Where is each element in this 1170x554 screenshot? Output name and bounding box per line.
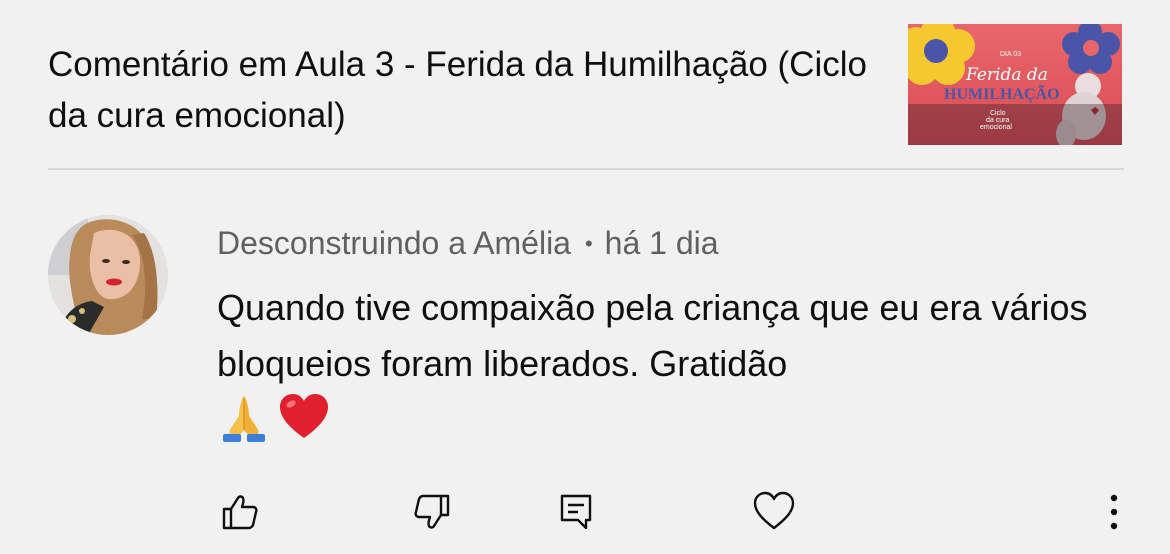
avatar-image [48,215,168,335]
author-avatar[interactable] [48,215,168,335]
more-vertical-icon [1110,494,1118,530]
red-heart-icon [277,390,331,444]
comment-meta: Desconstruindo a Amélia • há 1 dia [217,221,719,265]
comment-timestamp: há 1 dia [604,225,719,261]
comment-emojis [217,390,331,444]
dislike-button[interactable] [408,488,456,536]
comment-actions [0,480,1170,550]
thumb-subtitle-line3: emocional [980,124,1012,131]
heart-button[interactable] [750,488,798,536]
thumb-subtitle-line1: Ciclo [990,110,1006,117]
thumbnail-art: DIA 03 Ferida da HUMILHAÇÃO Ciclo da cur… [908,24,1122,145]
reply-button[interactable] [552,488,600,536]
author-name[interactable]: Desconstruindo a Amélia [217,225,571,261]
like-button[interactable] [216,488,264,536]
comment-text: Quando tive compaixão pela criança que e… [217,287,1088,384]
thumb-title-line1: Ferida da [965,65,1048,85]
thumbs-up-icon [222,495,258,530]
video-title[interactable]: Comentário em Aula 3 - Ferida da Humilha… [48,39,888,141]
video-thumbnail[interactable]: DIA 03 Ferida da HUMILHAÇÃO Ciclo da cur… [908,24,1122,145]
meta-separator: • [584,231,593,256]
header-divider [48,168,1124,170]
thumb-day-label: DIA 03 [1000,51,1021,58]
video-header[interactable]: Comentário em Aula 3 - Ferida da Humilha… [48,22,1124,148]
heart-outline-icon [753,491,795,530]
thumb-subtitle-line2: da cura [986,117,1009,124]
comment-page: Comentário em Aula 3 - Ferida da Humilha… [0,0,1170,554]
praying-hands-icon [217,390,271,444]
more-options-button[interactable] [1090,488,1138,536]
thumb-title-line2: HUMILHAÇÃO [944,84,1060,103]
comment-icon [560,494,592,530]
thumbs-down-icon [414,494,450,529]
